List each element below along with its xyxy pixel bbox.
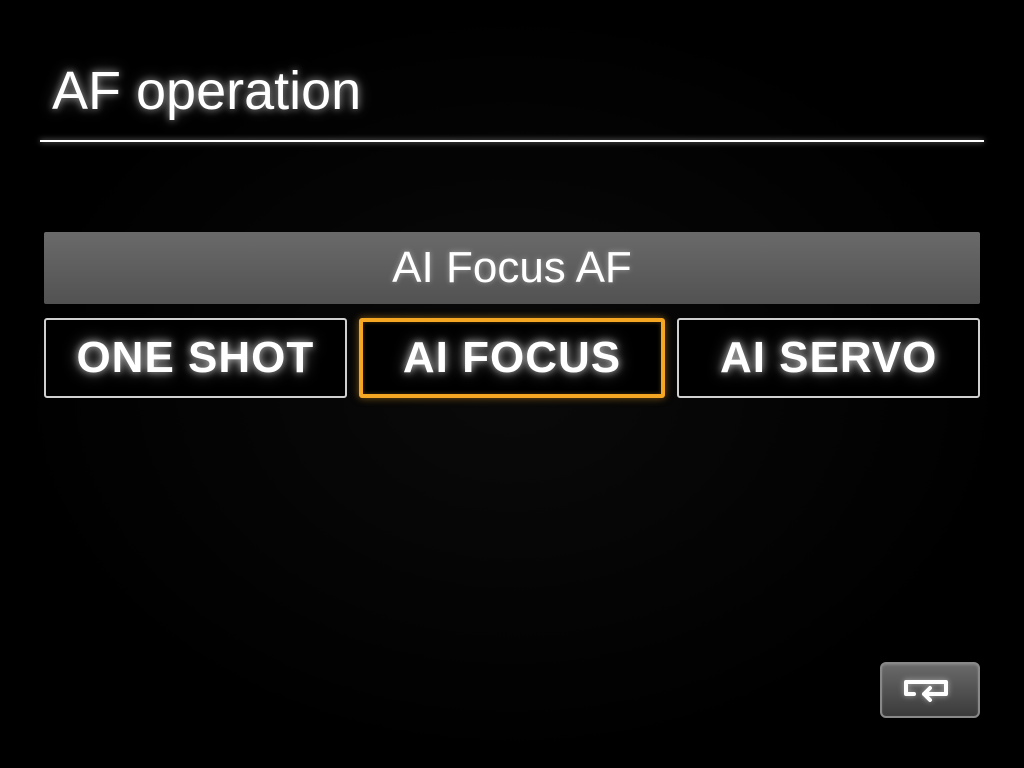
option-ai-servo[interactable]: AI SERVO [677,318,980,398]
option-label: AI SERVO [720,333,937,383]
option-label: AI FOCUS [403,333,621,383]
current-mode-description: AI Focus AF [44,232,980,304]
af-operation-screen: AF operation AI Focus AF ONE SHOT AI FOC… [0,0,1024,768]
title-divider [40,140,984,142]
option-one-shot[interactable]: ONE SHOT [44,318,347,398]
option-label: ONE SHOT [76,333,314,383]
page-title: AF operation [40,60,984,140]
af-mode-options: ONE SHOT AI FOCUS AI SERVO [44,318,980,398]
option-ai-focus[interactable]: AI FOCUS [359,318,666,398]
current-mode-label: AI Focus AF [392,243,632,293]
return-icon [902,674,958,706]
back-button[interactable] [880,662,980,718]
